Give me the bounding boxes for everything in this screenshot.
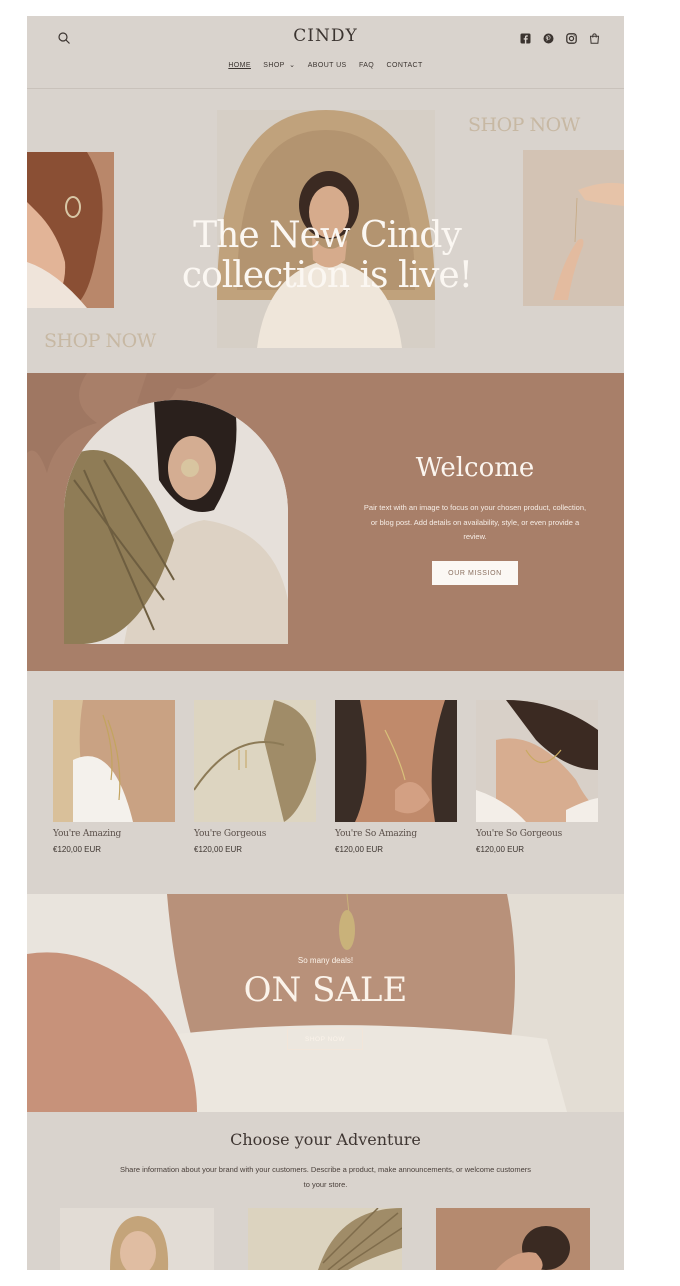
shop-now-link-top[interactable]: SHOP NOW (468, 114, 580, 136)
welcome-title: Welcome (415, 453, 535, 483)
sale-banner: So many deals! ON SALE SHOP NOW (27, 894, 624, 1112)
storefront-page: CINDY HOME SHOP ⌄ ABOUT US FAQ CONTACT S… (27, 16, 624, 1270)
pinterest-icon[interactable] (543, 31, 554, 44)
hero-title-line1: The New Cindy (193, 215, 462, 256)
product-price: €120,00 EUR (335, 845, 384, 854)
product-card[interactable]: You're So Amazing €120,00 EUR (335, 700, 457, 854)
hero-image-hands (523, 150, 624, 306)
product-card[interactable]: You're Gorgeous €120,00 EUR (194, 700, 316, 854)
product-image[interactable] (53, 700, 175, 822)
product-price: €120,00 EUR (53, 845, 102, 854)
hero-section: SHOP NOW The New Cindy collection is liv… (27, 88, 624, 372)
cart-icon[interactable] (589, 31, 600, 44)
product-name[interactable]: You're Gorgeous (194, 829, 316, 839)
product-card[interactable]: You're Amazing €120,00 EUR (53, 700, 175, 854)
product-name[interactable]: You're So Gorgeous (476, 829, 598, 839)
nav-shop[interactable]: SHOP ⌄ (263, 61, 295, 69)
hero-image-earring (27, 152, 114, 308)
product-image[interactable] (335, 700, 457, 822)
product-price: €120,00 EUR (476, 845, 525, 854)
adventure-title: Choose your Adventure (230, 1130, 421, 1149)
adventure-card-image[interactable] (436, 1208, 590, 1270)
shop-now-link-bottom[interactable]: SHOP NOW (44, 330, 156, 352)
product-price: €120,00 EUR (194, 845, 243, 854)
adventure-card-image[interactable] (60, 1208, 214, 1270)
product-card[interactable]: You're So Gorgeous €120,00 EUR (476, 700, 598, 854)
product-name[interactable]: You're So Amazing (335, 829, 457, 839)
sale-title: ON SALE (243, 970, 408, 1010)
product-image[interactable] (476, 700, 598, 822)
sale-shop-now-button[interactable]: SHOP NOW (287, 1028, 363, 1050)
nav-about[interactable]: ABOUT US (308, 62, 347, 69)
nav-faq[interactable]: FAQ (359, 62, 374, 69)
our-mission-button[interactable]: OUR MISSION (432, 561, 518, 585)
welcome-text: Pair text with an image to focus on your… (363, 503, 587, 541)
nav-home[interactable]: HOME (228, 62, 251, 69)
welcome-image (64, 400, 288, 644)
welcome-section: Welcome Pair text with an image to focus… (27, 373, 624, 671)
sale-subtitle: So many deals! (297, 956, 354, 965)
product-grid: You're Amazing €120,00 EUR You're Gorgeo… (27, 671, 624, 894)
instagram-icon[interactable] (566, 31, 577, 44)
chevron-down-icon: ⌄ (289, 62, 296, 69)
product-image[interactable] (194, 700, 316, 822)
adventure-section: Choose your Adventure Share information … (27, 1112, 624, 1270)
main-nav: HOME SHOP ⌄ ABOUT US FAQ CONTACT (27, 61, 624, 69)
nav-contact[interactable]: CONTACT (387, 62, 423, 69)
adventure-text: Share information about your brand with … (119, 1165, 532, 1189)
facebook-icon[interactable] (520, 31, 531, 44)
hero-title-line2: collection is live! (181, 255, 473, 296)
nav-shop-label: SHOP (263, 62, 285, 69)
hero-title: The New Cindy collection is live! (157, 216, 497, 296)
product-name[interactable]: You're Amazing (53, 829, 175, 839)
social-links (520, 31, 600, 44)
adventure-card-image[interactable] (248, 1208, 402, 1270)
site-header: CINDY HOME SHOP ⌄ ABOUT US FAQ CONTACT (27, 16, 624, 89)
